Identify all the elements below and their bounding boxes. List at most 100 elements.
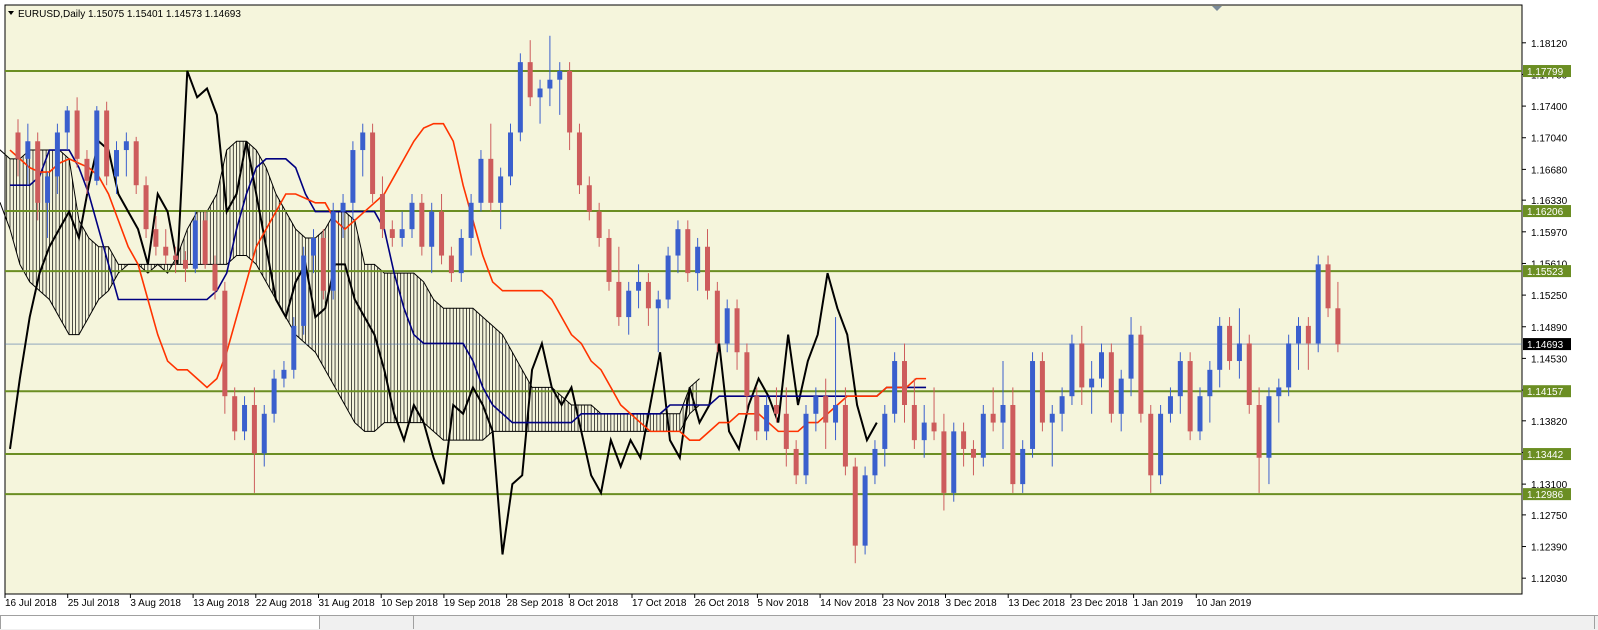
- x-tick-label: 3 Dec 2018: [946, 598, 998, 609]
- candle-body: [74, 110, 80, 159]
- candle-body: [1207, 369, 1213, 397]
- candle-body: [685, 229, 691, 274]
- candle-body: [675, 229, 681, 256]
- candle-body: [370, 132, 376, 195]
- candle-body: [1167, 396, 1173, 414]
- candle-body: [311, 237, 316, 256]
- x-tick-label: 23 Dec 2018: [1071, 598, 1128, 609]
- chart-tab[interactable]: [0, 616, 320, 629]
- candle-body: [852, 466, 858, 546]
- candle-body: [961, 431, 967, 449]
- candle-body: [84, 158, 90, 181]
- candle-body: [517, 62, 523, 133]
- candle-body: [537, 88, 543, 98]
- candle-body: [557, 70, 563, 80]
- x-tick-label: 19 Sep 2018: [444, 598, 501, 609]
- candle-body: [862, 475, 868, 546]
- candle-body: [320, 237, 326, 291]
- candle-body: [25, 141, 31, 159]
- candle-body: [429, 211, 435, 247]
- current-price-label: 1.14693: [1527, 340, 1564, 351]
- candle-body: [330, 211, 336, 291]
- candle-body: [773, 404, 779, 414]
- x-tick-label: 10 Jan 2019: [1196, 598, 1251, 609]
- candle-body: [271, 378, 277, 414]
- chart-tab-bar: [0, 615, 1598, 630]
- candle-body: [783, 413, 789, 449]
- y-tick-label: 1.17040: [1531, 134, 1568, 145]
- candle-body: [173, 255, 179, 260]
- candle-body: [448, 255, 454, 274]
- candle-body: [1276, 387, 1282, 397]
- candle-body: [1177, 361, 1183, 397]
- y-tick-label: 1.17400: [1531, 102, 1568, 113]
- candle-body: [1197, 396, 1203, 432]
- candle-body: [1158, 413, 1164, 476]
- candle-body: [833, 404, 839, 423]
- y-tick-label: 1.18120: [1531, 39, 1568, 50]
- candle-body: [1099, 352, 1104, 379]
- candle-body: [192, 220, 198, 269]
- chart-window[interactable]: 1.181201.177601.174001.170401.166801.163…: [0, 0, 1598, 630]
- candle-body: [1286, 343, 1292, 388]
- candle-body: [379, 194, 385, 230]
- candle-body: [488, 158, 494, 203]
- candle-body: [1089, 378, 1095, 388]
- candle-body: [45, 176, 51, 203]
- candle-body: [508, 132, 513, 177]
- x-tick-label: 26 Oct 2018: [695, 598, 750, 609]
- candle-body: [1305, 325, 1311, 344]
- chart-svg[interactable]: 1.181201.177601.174001.170401.166801.163…: [0, 0, 1598, 629]
- level-price-label: 1.16206: [1527, 207, 1564, 218]
- candle-body: [114, 150, 119, 177]
- candle-body: [980, 413, 986, 458]
- candle-body: [1187, 361, 1193, 432]
- level-price-label: 1.17799: [1527, 67, 1564, 78]
- candle-body: [1256, 404, 1262, 458]
- symbol-label: EURUSD,Daily: [18, 9, 85, 20]
- candle-body: [419, 202, 425, 247]
- chart-tab-strip[interactable]: [413, 616, 1595, 629]
- x-tick-label: 22 Aug 2018: [256, 598, 313, 609]
- candle-body: [606, 237, 612, 282]
- candle-body: [94, 110, 100, 181]
- candle-body: [64, 110, 70, 133]
- candle-body: [1118, 378, 1124, 414]
- candle-body: [360, 132, 366, 151]
- x-tick-label: 13 Aug 2018: [193, 598, 250, 609]
- x-tick-label: 14 Nov 2018: [820, 598, 877, 609]
- candle-body: [567, 70, 573, 133]
- candle-body: [212, 264, 218, 291]
- x-tick-label: 23 Nov 2018: [883, 598, 940, 609]
- candle-body: [1010, 404, 1016, 485]
- y-tick-label: 1.12750: [1531, 511, 1568, 522]
- y-tick-label: 1.14890: [1531, 323, 1568, 334]
- candle-body: [842, 404, 848, 467]
- candle-body: [1325, 264, 1331, 309]
- candle-body: [153, 229, 159, 247]
- candle-body: [872, 448, 878, 476]
- candle-body: [665, 255, 671, 300]
- candle-body: [1069, 343, 1075, 397]
- candle-body: [1138, 334, 1144, 414]
- candle-body: [754, 396, 760, 432]
- candle-body: [636, 281, 642, 291]
- candle-body: [1315, 264, 1321, 344]
- candle-body: [1246, 343, 1252, 405]
- candle-body: [695, 246, 701, 274]
- y-tick-label: 1.14530: [1531, 354, 1568, 365]
- candle-body: [1227, 325, 1233, 362]
- candle-body: [586, 185, 592, 212]
- y-tick-label: 1.15970: [1531, 228, 1568, 239]
- candle-body: [478, 158, 484, 203]
- candle-body: [931, 422, 937, 432]
- candle-body: [911, 404, 917, 441]
- y-tick-label: 1.15250: [1531, 291, 1568, 302]
- plot-area[interactable]: [4, 4, 1523, 595]
- candle-body: [1030, 361, 1036, 449]
- candle-body: [182, 259, 188, 269]
- candle-body: [655, 299, 661, 309]
- candle-body: [468, 202, 474, 238]
- candle-body: [823, 396, 829, 423]
- ohlc-readout: 1.15075 1.15401 1.14573 1.14693: [88, 9, 241, 20]
